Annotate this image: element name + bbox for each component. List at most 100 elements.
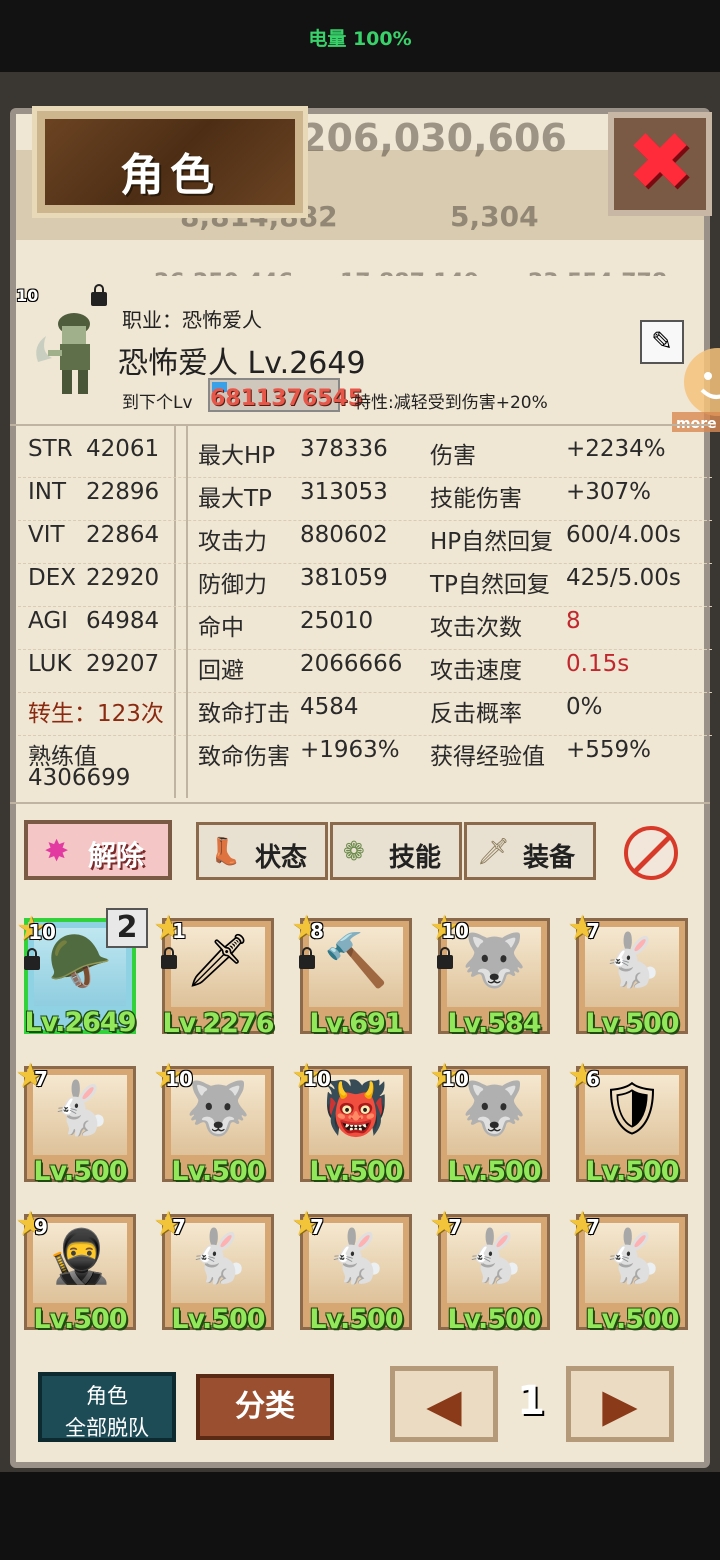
bg-gold-number: 206,030,606: [300, 116, 567, 160]
stat-name: LUK: [28, 651, 72, 677]
prev-page-button[interactable]: ◀: [390, 1366, 498, 1442]
stat-value: 8: [566, 608, 581, 634]
tab-equip[interactable]: 🗡 装备: [464, 822, 596, 880]
card-level: Lv.500: [447, 1304, 541, 1335]
more-button[interactable]: more: [672, 342, 720, 434]
stat-row: 转生：123次 致命打击 4584 反击概率 0%: [18, 692, 712, 736]
stat-value: 313053: [300, 479, 388, 505]
lock-icon: [161, 947, 177, 969]
stat-row: LUK 29207 回避 2066666 攻击速度 0.15s: [18, 649, 712, 693]
stat-name: INT: [28, 479, 67, 505]
card-star-count: 9: [34, 1215, 48, 1239]
card-star-count: 7: [586, 919, 600, 943]
card-level: Lv.500: [171, 1156, 265, 1187]
card-star-count: 7: [172, 1215, 186, 1239]
close-icon: ✖: [626, 115, 694, 208]
character-card[interactable]: 🥷 ★ 9 Lv.500: [15, 1207, 136, 1335]
character-card[interactable]: 🛡 ★ 6 Lv.500: [567, 1059, 688, 1187]
card-star-count: 10: [303, 1067, 331, 1091]
tab-skill[interactable]: ❁ 技能: [330, 822, 462, 880]
stat-value: 378336: [300, 436, 388, 462]
card-level: Lv.500: [33, 1304, 127, 1335]
card-star-count: 1: [172, 919, 186, 943]
stat-name: DEX: [28, 565, 76, 591]
no-mushroom-button[interactable]: [624, 826, 678, 880]
stat-name: 攻击次数: [430, 615, 522, 641]
stat-name: 命中: [198, 615, 244, 641]
hero-job: 职业：恐怖爱人: [122, 308, 262, 332]
character-card[interactable]: 🐇 ★ 7 Lv.500: [291, 1207, 412, 1335]
stat-name: 最大HP: [198, 443, 276, 469]
title-plate: 角色: [32, 106, 308, 218]
character-card[interactable]: 🐺 ★ 10 Lv.500: [153, 1059, 274, 1187]
stat-value: 25010: [300, 608, 374, 634]
all-leave-line1: 角色: [86, 1384, 128, 1408]
card-level: Lv.2276: [162, 1008, 274, 1039]
stat-value: 381059: [300, 565, 388, 591]
character-card[interactable]: 🗡 ★ 1 Lv.2276: [153, 911, 275, 1039]
character-card[interactable]: 🐇 ★ 7 Lv.500: [429, 1207, 550, 1335]
exp-bar: 6811376545: [208, 378, 363, 412]
page-number: 1: [517, 1378, 545, 1424]
character-card[interactable]: 🐇 ★ 7 Lv.500: [567, 911, 688, 1039]
character-card[interactable]: 🐇 ★ 7 Lv.500: [567, 1207, 688, 1335]
release-button[interactable]: ✸ 解除: [24, 820, 172, 880]
card-star-count: 7: [448, 1215, 462, 1239]
card-level: Lv.500: [447, 1156, 541, 1187]
all-leave-team-button[interactable]: 角色 全部脱队: [38, 1372, 176, 1442]
character-card[interactable]: 🐺 ★ 10 Lv.500: [429, 1059, 550, 1187]
stat-value: 29207: [86, 651, 160, 677]
flower-icon: ❁: [343, 837, 365, 867]
hero-sprite: [36, 313, 90, 394]
stat-value: 600/4.00s: [566, 522, 681, 548]
bg-number: 5,304: [450, 200, 539, 233]
stat-value: 880602: [300, 522, 388, 548]
character-card[interactable]: 🐇 ★ 7 Lv.500: [15, 1059, 136, 1187]
stat-name: 伤害: [430, 443, 476, 469]
stat-value: +2234%: [566, 436, 666, 462]
close-button[interactable]: ✖: [608, 112, 712, 216]
tab-status[interactable]: 👢 状态: [196, 822, 328, 880]
character-card[interactable]: 🐇 ★ 7 Lv.500: [153, 1207, 274, 1335]
card-level: Lv.500: [33, 1156, 127, 1187]
stat-value: +1963%: [300, 737, 400, 763]
card-star-count: 7: [586, 1215, 600, 1239]
rebirth-count: 转生：123次: [28, 701, 164, 727]
stat-name: VIT: [28, 522, 65, 548]
stat-value: 425/5.00s: [566, 565, 681, 591]
character-card[interactable]: 🐺 ★ 10 Lv.584: [429, 911, 550, 1039]
release-label: 解除: [88, 839, 145, 872]
all-leave-line2: 全部脱队: [65, 1416, 149, 1440]
tab-status-label: 状态: [255, 843, 308, 873]
lock-icon: [24, 948, 40, 970]
card-star-count: 6: [586, 1067, 600, 1091]
card-level: Lv.500: [585, 1008, 679, 1039]
status-bar: 电量 100%: [0, 0, 720, 72]
character-card[interactable]: 👹 ★ 10 Lv.500: [291, 1059, 412, 1187]
exp-label: 到下个Lv: [122, 393, 193, 413]
lock-icon: [299, 947, 315, 969]
stat-name: TP自然回复: [430, 572, 550, 598]
stat-name: 致命伤害: [198, 744, 290, 770]
stat-name: 攻击速度: [430, 658, 522, 684]
stat-value: 4584: [300, 694, 359, 720]
triangle-left-icon: ◀: [426, 1378, 462, 1432]
sort-button[interactable]: 分类: [196, 1374, 334, 1440]
battery-text: 电量 100%: [308, 28, 412, 50]
stat-name: 最大TP: [198, 486, 272, 512]
card-star-count: 10: [441, 919, 469, 943]
card-star-count: 7: [310, 1215, 324, 1239]
stat-row: 熟练值 4306699 致命伤害 +1963% 获得经验值 +559%: [18, 735, 712, 795]
stat-name: 获得经验值: [430, 744, 545, 770]
stat-value: 0.15s: [566, 651, 630, 677]
team-badge: 2: [106, 908, 148, 948]
stat-value: 22896: [86, 479, 160, 505]
stat-value: 22864: [86, 522, 160, 548]
character-card[interactable]: 🔨 ★ 8 Lv.691: [291, 911, 412, 1039]
next-page-button[interactable]: ▶: [566, 1366, 674, 1442]
page-title: 角色: [120, 150, 220, 201]
hero-trait: 特性:减轻受到伤害+20%: [354, 393, 548, 413]
stat-name: 攻击力: [198, 529, 267, 555]
stat-value: 2066666: [300, 651, 403, 677]
proficiency-value: 4306699: [28, 765, 131, 791]
